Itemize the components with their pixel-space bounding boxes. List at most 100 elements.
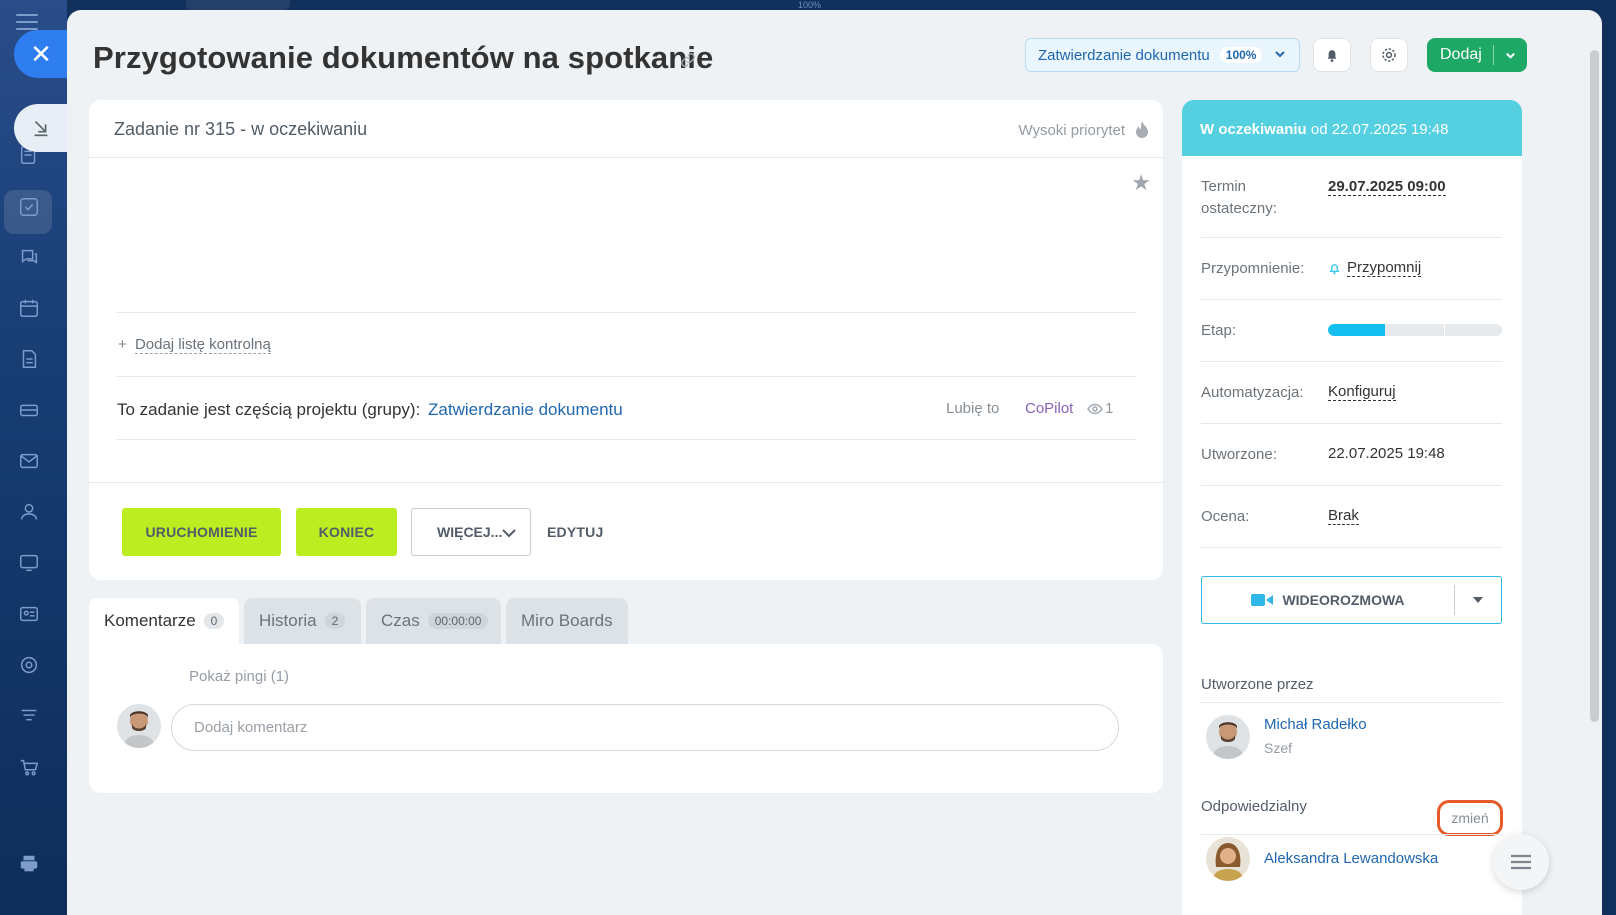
status-label: W oczekiwaniu xyxy=(1200,121,1307,138)
add-button[interactable]: Dodaj xyxy=(1427,38,1527,72)
eye-icon xyxy=(1087,403,1103,414)
status-since: od 22.07.2025 19:48 xyxy=(1306,121,1449,138)
start-button[interactable]: URUCHOMIENIE xyxy=(122,508,281,556)
goals-icon[interactable] xyxy=(17,653,41,677)
status-header: W oczekiwaniu od 22.07.2025 19:48 xyxy=(1182,100,1522,156)
created-value: 22.07.2025 19:48 xyxy=(1328,445,1445,462)
creator-name[interactable]: Michał Radełko xyxy=(1264,716,1367,733)
hr-icon[interactable] xyxy=(17,602,41,626)
created-label: Utworzone: xyxy=(1201,446,1277,463)
add-button-label: Dodaj xyxy=(1440,46,1482,63)
automation-row: Automatyzacja: Konfiguruj xyxy=(1201,362,1502,424)
reminder-row: Przypomnienie: Przypomnij xyxy=(1201,238,1502,300)
minimize-slider-button[interactable] xyxy=(14,104,68,152)
video-call-button[interactable]: WIDEOROZMOWA xyxy=(1201,576,1502,624)
stage-label: Etap: xyxy=(1201,322,1237,339)
task-card: Zadanie nr 315 - w oczekiwaniu Wysoki pr… xyxy=(89,100,1163,580)
task-slider-panel: Przygotowanie dokumentów na spotkanie Za… xyxy=(67,10,1602,915)
tab-miro-boards[interactable]: Miro Boards xyxy=(506,598,628,644)
project-link[interactable]: Zatwierdzanie dokumentu xyxy=(428,400,623,419)
cart-icon[interactable] xyxy=(17,755,41,779)
divider xyxy=(116,312,1136,313)
stage-divider xyxy=(1444,324,1445,336)
edit-button[interactable]: EDYTUJ xyxy=(547,524,603,540)
avatar[interactable] xyxy=(1206,837,1250,881)
documents-icon[interactable] xyxy=(17,347,41,371)
project-info: To zadanie jest częścią projektu (grupy)… xyxy=(117,400,623,420)
tab-time[interactable]: Czas 00:00:00 xyxy=(366,598,501,644)
minimize-icon xyxy=(34,120,48,137)
deadline-label-line1: Termin xyxy=(1201,178,1247,195)
more-button-label: WIĘCEJ... xyxy=(437,524,503,540)
add-checklist-link[interactable]: + Dodaj listę kontrolną xyxy=(118,336,271,354)
like-button[interactable]: Lubię to xyxy=(946,400,999,417)
add-checklist-label: Dodaj listę kontrolną xyxy=(134,336,271,354)
copy-link-icon[interactable] xyxy=(679,51,697,69)
video-camera-icon xyxy=(1251,594,1274,606)
add-checklist-plus: + xyxy=(118,336,127,353)
tab-history[interactable]: Historia 2 xyxy=(244,598,361,644)
stage-progress-bar[interactable] xyxy=(1328,324,1502,336)
project-selector[interactable]: Zatwierdzanie dokumentu 100% xyxy=(1025,38,1300,72)
flame-icon[interactable] xyxy=(1133,120,1151,140)
show-pings-link[interactable]: Pokaż pingi (1) xyxy=(189,668,289,685)
task-number-status: Zadanie nr 315 - w oczekiwaniu xyxy=(114,119,368,139)
favorite-star-icon[interactable]: ★ xyxy=(1131,170,1151,196)
reminder-label: Przypomnienie: xyxy=(1201,260,1305,277)
contacts-icon[interactable] xyxy=(17,500,41,524)
tasks-icon[interactable] xyxy=(17,195,41,219)
quick-menu-button[interactable] xyxy=(1493,834,1549,890)
mail-icon[interactable] xyxy=(17,449,41,473)
rating-value[interactable]: Brak xyxy=(1328,507,1359,525)
project-selector-label: Zatwierdzanie dokumentu xyxy=(1038,46,1210,64)
drive-icon[interactable] xyxy=(17,398,41,422)
caret-down-icon xyxy=(1473,597,1483,603)
views-count: 1 xyxy=(1105,400,1114,417)
chevron-down-icon xyxy=(1273,47,1287,61)
project-progress-badge: 100% xyxy=(1219,47,1263,63)
comments-panel: Pokaż pingi (1) Dodaj komentarz xyxy=(89,644,1163,793)
avatar xyxy=(117,704,161,748)
created-row: Utworzone: 22.07.2025 19:48 xyxy=(1201,424,1502,486)
settings-button[interactable] xyxy=(1370,38,1408,72)
reminder-button[interactable]: Przypomnij xyxy=(1328,259,1422,277)
calendar-icon[interactable] xyxy=(17,296,41,320)
sites-icon[interactable] xyxy=(17,551,41,575)
task-sidebar: W oczekiwaniu od 22.07.2025 19:48 Termin… xyxy=(1182,100,1522,915)
video-call-label: WIDEOROZMOWA xyxy=(1282,592,1405,608)
more-button[interactable]: WIĘCEJ... xyxy=(411,508,531,556)
automation-link[interactable]: Konfiguruj xyxy=(1328,383,1396,401)
priority-toggle[interactable]: Wysoki priorytet xyxy=(1018,122,1125,139)
project-prefix: To zadanie jest częścią projektu (grupy)… xyxy=(117,400,421,419)
bell-icon xyxy=(1329,263,1340,274)
divider xyxy=(116,376,1136,377)
responsible-name[interactable]: Aleksandra Lewandowska xyxy=(1264,850,1438,867)
deadline-value[interactable]: 29.07.2025 09:00 xyxy=(1328,178,1446,196)
deadline-label-line2: ostateczny: xyxy=(1201,200,1277,217)
notifications-button[interactable] xyxy=(1313,38,1351,72)
video-call-dropdown[interactable] xyxy=(1455,597,1501,603)
change-responsible-link[interactable]: zmień xyxy=(1437,800,1503,836)
printer-icon[interactable] xyxy=(17,852,41,876)
scrollbar-thumb[interactable] xyxy=(1590,50,1599,722)
views-counter: 1 xyxy=(1087,400,1113,417)
divider xyxy=(1201,834,1502,835)
tab-label: Komentarze xyxy=(104,611,196,630)
close-slider-button[interactable]: ✕ xyxy=(14,30,68,78)
zoom-hint: 100% xyxy=(798,0,822,10)
video-call-main[interactable]: WIDEOROZMOWA xyxy=(1202,592,1454,608)
finish-button[interactable]: KONIEC xyxy=(296,508,397,556)
tab-count: 2 xyxy=(324,613,346,629)
scrollbar[interactable] xyxy=(1588,28,1602,722)
rating-row: Ocena: Brak xyxy=(1201,486,1502,548)
funnel-icon[interactable] xyxy=(17,704,41,728)
comment-input[interactable]: Dodaj komentarz xyxy=(171,704,1119,751)
reminder-value: Przypomnij xyxy=(1347,259,1422,277)
add-dropdown-toggle[interactable] xyxy=(1494,49,1526,62)
tab-label: Czas xyxy=(381,611,420,630)
tab-comments[interactable]: Komentarze 0 xyxy=(89,598,239,644)
copilot-button[interactable]: CoPilot xyxy=(1025,400,1073,417)
chat-icon[interactable] xyxy=(17,245,41,269)
avatar[interactable] xyxy=(1206,715,1250,759)
stage-row: Etap: xyxy=(1201,300,1502,362)
